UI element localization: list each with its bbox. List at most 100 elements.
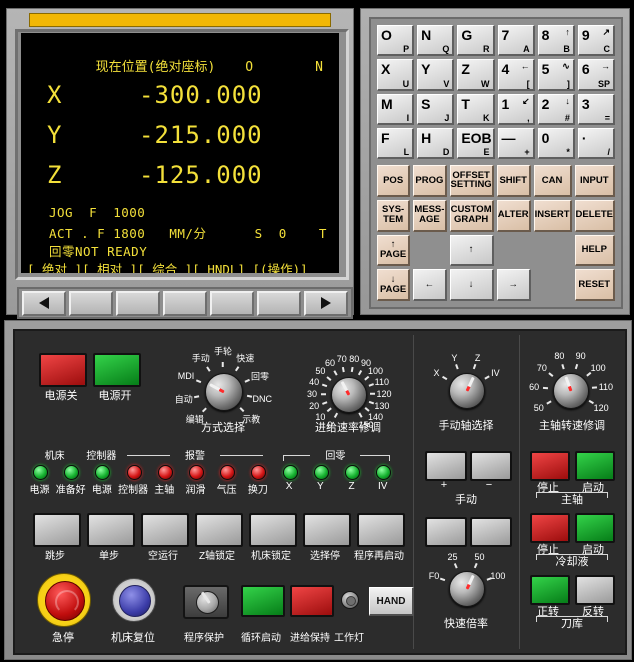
input-key[interactable]: INPUT [575, 165, 615, 197]
shift-key[interactable]: SHIFT [497, 165, 531, 197]
reset-key[interactable]: RESET [575, 269, 615, 301]
spindle-start-button[interactable] [575, 451, 615, 481]
coolant-stop-button[interactable] [530, 513, 570, 543]
key-primary: 6 [582, 61, 590, 77]
insert-key[interactable]: INSERT [534, 200, 572, 232]
softkey-1[interactable] [69, 291, 113, 316]
help-key[interactable]: HELP [575, 235, 615, 267]
aux-button-1[interactable] [425, 517, 467, 547]
magazine-reverse-button[interactable] [575, 575, 615, 605]
softkey-prev-page[interactable] [22, 291, 66, 316]
indicator-lamp-label: 电源 [22, 481, 57, 496]
lamp-group-bracket [220, 455, 263, 461]
mdi-key-1[interactable]: 1,↙ [498, 94, 535, 125]
cursor-right-key[interactable]: → [497, 269, 531, 301]
keyswitch-blade-icon [200, 591, 210, 603]
mdi-key-o[interactable]: OP [377, 25, 414, 56]
page-up-key[interactable]: ↑ PAGE [377, 235, 410, 267]
status-ready: 回零NOT READY [49, 241, 147, 260]
mdi-key-—[interactable]: —+ [498, 128, 535, 159]
scale-label: 100 [368, 366, 383, 376]
machine-reset-button[interactable] [112, 578, 156, 622]
scale-tick [543, 387, 548, 389]
aux-button-2[interactable] [470, 517, 512, 547]
mdi-key-z[interactable]: ZW [457, 59, 494, 90]
mdi-key-t[interactable]: TK [457, 94, 494, 125]
mdi-key-s[interactable]: SJ [417, 94, 454, 125]
mdi-key-5[interactable]: 5]∿ [538, 59, 575, 90]
mdi-key-eob[interactable]: EOBE [457, 128, 494, 159]
program-protect-keyswitch[interactable] [183, 585, 229, 619]
softkey-next-page[interactable] [304, 291, 348, 316]
cursor-left-key[interactable]: ← [413, 269, 446, 301]
mdi-key-4[interactable]: 4[← [498, 59, 535, 90]
scale-tick [576, 364, 579, 369]
jog-plus-button[interactable] [425, 451, 467, 481]
hand-button[interactable]: HAND [369, 587, 414, 616]
indicator-lamp-label: 润滑 [178, 481, 213, 496]
mode-option-button[interactable] [357, 513, 405, 547]
delete-key[interactable]: DELETE [575, 200, 615, 232]
mdi-key-3[interactable]: 3= [578, 94, 615, 125]
mdi-key-h[interactable]: HD [417, 128, 454, 159]
mdi-key-8[interactable]: 8B↑ [538, 25, 575, 56]
spacer [534, 235, 572, 267]
mdi-key-9[interactable]: 9C↗ [578, 25, 615, 56]
mdi-key-g[interactable]: GR [457, 25, 494, 56]
system-key[interactable]: SYS- TEM [377, 200, 410, 232]
rapid-override-knob[interactable] [449, 571, 485, 607]
message-key[interactable]: MESS- AGE [413, 200, 446, 232]
mdi-keypad-inner: OPNQGR7A8B↑9C↗ XUYVZW4[←5]∿6SP→ MISJTK1,↙2… [369, 17, 623, 309]
indicator-lamp [64, 465, 79, 480]
mdi-key-x[interactable]: XU [377, 59, 414, 90]
mdi-key-m[interactable]: MI [377, 94, 414, 125]
pos-key[interactable]: POS [377, 165, 410, 197]
mode-option-button[interactable] [33, 513, 81, 547]
key-secondary: J [444, 113, 449, 123]
jog-minus-button[interactable] [470, 451, 512, 481]
key-primary: Z [461, 61, 470, 77]
mode-option-button[interactable] [195, 513, 243, 547]
mdi-key-6[interactable]: 6SP→ [578, 59, 615, 90]
page-down-key[interactable]: ↓ PAGE [377, 269, 410, 301]
mdi-key-7[interactable]: 7A [498, 25, 535, 56]
power-on-button[interactable] [93, 353, 141, 387]
indicator-lamp [95, 465, 110, 480]
scale-label: 120 [594, 403, 609, 413]
emergency-stop-button[interactable] [37, 573, 91, 627]
mode-option-button[interactable] [249, 513, 297, 547]
mdi-key-0[interactable]: 0* [538, 128, 575, 159]
offset-setting-key[interactable]: OFFSET SETTING [450, 165, 494, 197]
work-lamp-switch[interactable] [341, 591, 359, 609]
coolant-start-button[interactable] [575, 513, 615, 543]
custom-graph-key[interactable]: CUSTOM GRAPH [450, 200, 494, 232]
mode-option-button[interactable] [303, 513, 351, 547]
softkey-4[interactable] [210, 291, 254, 316]
spindle-stop-button[interactable] [530, 451, 570, 481]
key-primary: H [421, 130, 431, 146]
softkey-2[interactable] [116, 291, 160, 316]
mdi-key-n[interactable]: NQ [417, 25, 454, 56]
mode-option-button[interactable] [141, 513, 189, 547]
mode-option-label: 空运行 [136, 547, 190, 562]
can-key[interactable]: CAN [534, 165, 572, 197]
power-off-button[interactable] [39, 353, 87, 387]
mdi-key-dot[interactable]: ·/ [578, 128, 615, 159]
cycle-start-button[interactable] [241, 585, 285, 617]
spindle-override-knob[interactable] [553, 373, 589, 409]
prog-key[interactable]: PROG [413, 165, 446, 197]
mdi-key-y[interactable]: YV [417, 59, 454, 90]
magazine-forward-button[interactable] [530, 575, 570, 605]
feed-hold-button[interactable] [290, 585, 334, 617]
softkey-3[interactable] [163, 291, 207, 316]
cursor-up-key[interactable]: ↑ [450, 235, 494, 267]
cursor-down-key[interactable]: ↓ [450, 269, 494, 301]
mode-option-button[interactable] [87, 513, 135, 547]
feed-override-knob[interactable] [331, 377, 367, 413]
mdi-key-2[interactable]: 2#↓ [538, 94, 575, 125]
alter-key[interactable]: ALTER [497, 200, 531, 232]
mdi-key-f[interactable]: FL [377, 128, 414, 159]
axis-select-knob[interactable] [449, 373, 485, 409]
softkey-5[interactable] [257, 291, 301, 316]
mode-selector-knob[interactable] [205, 373, 243, 411]
